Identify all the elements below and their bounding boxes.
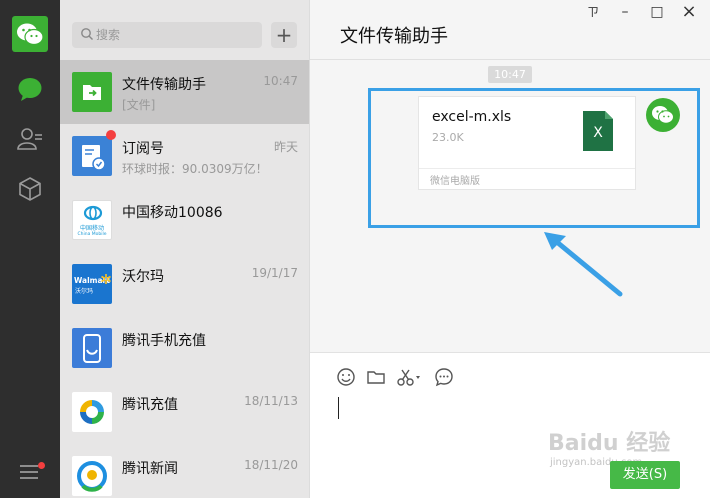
chat-item-walmart[interactable]: Walmart 沃尔玛 沃尔玛 19/1/17 [60, 252, 309, 316]
file-name: excel-m.xls [432, 109, 512, 125]
chat-item-china-mobile[interactable]: 中国移动 China Mobile 中国移动10086 [60, 188, 309, 252]
user-avatar[interactable] [12, 16, 48, 52]
chat-item-tencent-news[interactable]: 腾讯新闻 18/11/20 [60, 444, 309, 498]
tencent-topup-logo-icon [80, 400, 104, 424]
chat-name: 中国移动10086 [122, 205, 223, 221]
message-timestamp: 10:47 [488, 66, 532, 83]
message-composer: Baidu 经验 jingyan.baidu.com 发送(S) [310, 352, 710, 498]
search-icon [81, 28, 93, 40]
favorites-cube-icon[interactable] [17, 176, 43, 202]
sender-avatar[interactable] [646, 98, 680, 132]
walmart-logo-sub: 沃尔玛 [75, 288, 94, 295]
close-button[interactable]: × [680, 3, 698, 21]
chat-name: 文件传输助手 [122, 77, 206, 93]
annotation-arrow-icon [544, 232, 623, 297]
left-nav [0, 0, 60, 498]
conversation-header: 文件传输助手 ㄗ – □ × [310, 0, 710, 60]
chat-item-subscriptions[interactable]: 订阅号 环球时报：90.0309万亿！ 昨天 [60, 124, 309, 188]
chat-preview: [文件] [122, 98, 156, 112]
chat-time: 18/11/20 [244, 458, 298, 472]
tencent-phone-avatar [72, 328, 112, 368]
china-mobile-logo-text: 中国移动 [79, 225, 104, 232]
chat-preview: 环球时报：90.0309万亿！ [122, 162, 268, 176]
china-mobile-avatar: 中国移动 China Mobile [72, 200, 112, 240]
folder-icon[interactable] [366, 367, 386, 387]
tencent-news-logo-icon [77, 461, 107, 492]
emoji-icon[interactable] [336, 367, 356, 387]
tencent-news-avatar [72, 456, 112, 496]
watermark-text: Baidu 经验 [548, 431, 671, 456]
file-transfer-avatar [72, 72, 112, 112]
walmart-avatar: Walmart 沃尔玛 [72, 264, 112, 304]
conversation-title: 文件传输助手 [340, 26, 448, 47]
folder-arrow-icon [83, 85, 101, 100]
china-mobile-logo-sub: China Mobile [77, 232, 107, 237]
chat-list-panel: 搜索 + 文件传输助手 [文件] 10:47 订阅号 环球时报：90.0309万… [60, 0, 310, 498]
contacts-icon[interactable] [17, 126, 43, 152]
search-placeholder: 搜索 [96, 28, 121, 42]
chat-history-icon[interactable] [434, 367, 454, 387]
minimize-button[interactable]: – [616, 4, 634, 20]
search-box[interactable]: 搜索 [72, 22, 262, 48]
chat-icon[interactable] [17, 76, 43, 102]
unread-badge [106, 130, 116, 140]
chat-name: 腾讯手机充值 [122, 333, 206, 349]
chat-name: 沃尔玛 [122, 269, 164, 285]
add-chat-button[interactable]: + [271, 22, 297, 48]
subscription-doc-icon [82, 145, 106, 171]
chat-time: 19/1/17 [251, 266, 298, 280]
excel-letter: X [593, 125, 603, 141]
chat-item-tencent-topup[interactable]: 腾讯充值 18/11/13 [60, 380, 309, 444]
text-caret [338, 397, 339, 419]
menu-notification-dot [38, 462, 45, 469]
phone-smile-icon [83, 334, 101, 363]
wechat-logo-icon [652, 106, 674, 124]
pin-button[interactable]: ㄗ [584, 4, 602, 20]
maximize-button[interactable]: □ [648, 4, 666, 20]
tencent-topup-avatar [72, 392, 112, 432]
subscriptions-avatar [72, 136, 112, 176]
chat-name: 腾讯充值 [122, 397, 178, 413]
chat-name: 订阅号 [122, 141, 164, 157]
screenshot-scissors-icon[interactable] [396, 367, 422, 387]
file-source: 微信电脑版 [430, 176, 480, 187]
china-mobile-logo-icon [83, 205, 103, 221]
chat-time: 18/11/13 [244, 394, 298, 408]
file-message-card[interactable]: excel-m.xls 23.0K X 微信电脑版 [418, 96, 636, 190]
chat-time: 昨天 [273, 140, 298, 154]
conversation-panel: 文件传输助手 ㄗ – □ × 10:47 excel-m.xls 23.0K X… [310, 0, 710, 498]
send-button[interactable]: 发送(S) [610, 461, 680, 489]
chat-item-tencent-phone-topup[interactable]: 腾讯手机充值 [60, 316, 309, 380]
chat-name: 腾讯新闻 [122, 461, 178, 477]
chat-item-file-transfer[interactable]: 文件传输助手 [文件] 10:47 [60, 60, 309, 124]
wechat-logo-icon [17, 23, 44, 46]
card-divider [419, 168, 635, 169]
file-size: 23.0K [432, 131, 464, 144]
walmart-spark-icon [101, 274, 111, 284]
chat-time: 10:47 [263, 74, 298, 88]
